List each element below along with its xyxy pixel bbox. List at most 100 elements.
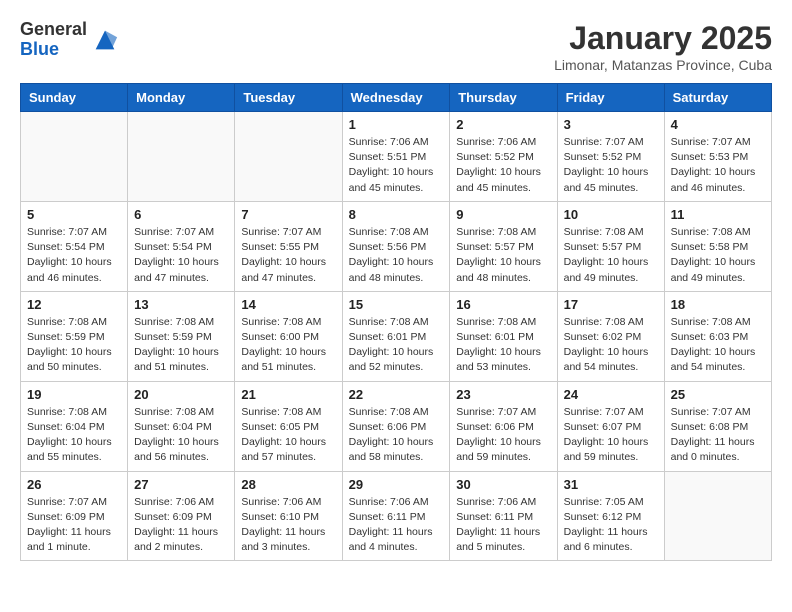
calendar-cell — [21, 112, 128, 202]
cell-daylight-info: Sunrise: 7:08 AM Sunset: 5:58 PM Dayligh… — [671, 225, 765, 286]
calendar-cell: 18 Sunrise: 7:08 AM Sunset: 6:03 PM Dayli… — [664, 291, 771, 381]
logo-icon — [91, 26, 119, 54]
cell-daylight-info: Sunrise: 7:06 AM Sunset: 6:09 PM Dayligh… — [134, 495, 228, 556]
cell-daylight-info: Sunrise: 7:08 AM Sunset: 5:56 PM Dayligh… — [349, 225, 444, 286]
cell-daylight-info: Sunrise: 7:06 AM Sunset: 5:51 PM Dayligh… — [349, 135, 444, 196]
calendar-cell — [664, 471, 771, 561]
cell-daylight-info: Sunrise: 7:06 AM Sunset: 6:11 PM Dayligh… — [349, 495, 444, 556]
calendar-cell: 25 Sunrise: 7:07 AM Sunset: 6:08 PM Dayli… — [664, 381, 771, 471]
calendar-cell: 24 Sunrise: 7:07 AM Sunset: 6:07 PM Dayli… — [557, 381, 664, 471]
page-header: GeneralBlue January 2025 Limonar, Matanz… — [20, 20, 772, 73]
cell-daylight-info: Sunrise: 7:08 AM Sunset: 5:59 PM Dayligh… — [27, 315, 121, 376]
calendar-cell: 12 Sunrise: 7:08 AM Sunset: 5:59 PM Dayli… — [21, 291, 128, 381]
calendar-header-friday: Friday — [557, 84, 664, 112]
calendar-header-saturday: Saturday — [664, 84, 771, 112]
calendar-cell: 9 Sunrise: 7:08 AM Sunset: 5:57 PM Daylig… — [450, 201, 557, 291]
cell-day-number: 15 — [349, 297, 444, 312]
cell-day-number: 27 — [134, 477, 228, 492]
week-row-3: 12 Sunrise: 7:08 AM Sunset: 5:59 PM Dayli… — [21, 291, 772, 381]
calendar-cell: 26Sunrise: 7:07 AM Sunset: 6:09 PM Dayli… — [21, 471, 128, 561]
calendar-cell: 20Sunrise: 7:08 AM Sunset: 6:04 PM Dayli… — [128, 381, 235, 471]
cell-daylight-info: Sunrise: 7:08 AM Sunset: 6:02 PM Dayligh… — [564, 315, 658, 376]
calendar-header-thursday: Thursday — [450, 84, 557, 112]
calendar-cell: 8 Sunrise: 7:08 AM Sunset: 5:56 PM Daylig… — [342, 201, 450, 291]
calendar-cell: 23 Sunrise: 7:07 AM Sunset: 6:06 PM Dayli… — [450, 381, 557, 471]
cell-day-number: 7 — [241, 207, 335, 222]
logo: GeneralBlue — [20, 20, 119, 60]
cell-day-number: 10 — [564, 207, 658, 222]
calendar-cell: 10 Sunrise: 7:08 AM Sunset: 5:57 PM Dayli… — [557, 201, 664, 291]
calendar-header-wednesday: Wednesday — [342, 84, 450, 112]
week-row-4: 19Sunrise: 7:08 AM Sunset: 6:04 PM Dayli… — [21, 381, 772, 471]
cell-daylight-info: Sunrise: 7:08 AM Sunset: 6:04 PM Dayligh… — [27, 405, 121, 466]
cell-day-number: 9 — [456, 207, 550, 222]
cell-daylight-info: Sunrise: 7:07 AM Sunset: 5:54 PM Dayligh… — [134, 225, 228, 286]
cell-day-number: 24 — [564, 387, 658, 402]
cell-daylight-info: Sunrise: 7:07 AM Sunset: 5:53 PM Dayligh… — [671, 135, 765, 196]
cell-daylight-info: Sunrise: 7:06 AM Sunset: 6:11 PM Dayligh… — [456, 495, 550, 556]
calendar-cell: 7Sunrise: 7:07 AM Sunset: 5:55 PM Daylig… — [235, 201, 342, 291]
location-subtitle: Limonar, Matanzas Province, Cuba — [554, 57, 772, 73]
calendar-cell: 5Sunrise: 7:07 AM Sunset: 5:54 PM Daylig… — [21, 201, 128, 291]
logo-blue-text: Blue — [20, 39, 59, 59]
calendar-cell: 11 Sunrise: 7:08 AM Sunset: 5:58 PM Dayli… — [664, 201, 771, 291]
cell-day-number: 14 — [241, 297, 335, 312]
calendar-cell: 29Sunrise: 7:06 AM Sunset: 6:11 PM Dayli… — [342, 471, 450, 561]
cell-daylight-info: Sunrise: 7:07 AM Sunset: 5:52 PM Dayligh… — [564, 135, 658, 196]
cell-day-number: 12 — [27, 297, 121, 312]
calendar-header-row: SundayMondayTuesdayWednesdayThursdayFrid… — [21, 84, 772, 112]
calendar-cell: 28 Sunrise: 7:06 AM Sunset: 6:10 PM Dayli… — [235, 471, 342, 561]
calendar-cell: 27 Sunrise: 7:06 AM Sunset: 6:09 PM Dayli… — [128, 471, 235, 561]
calendar-cell: 30Sunrise: 7:06 AM Sunset: 6:11 PM Dayli… — [450, 471, 557, 561]
calendar-cell: 14 Sunrise: 7:08 AM Sunset: 6:00 PM Dayli… — [235, 291, 342, 381]
calendar-cell: 15 Sunrise: 7:08 AM Sunset: 6:01 PM Dayli… — [342, 291, 450, 381]
cell-day-number: 25 — [671, 387, 765, 402]
week-row-2: 5 Sunrise: 7:07 AM Sunset: 5:54 PM Daylig… — [21, 201, 772, 291]
cell-daylight-info: Sunrise: 7:08 AM Sunset: 6:03 PM Dayligh… — [671, 315, 765, 376]
calendar-header-sunday: Sunday — [21, 84, 128, 112]
calendar-cell: 21 Sunrise: 7:08 AM Sunset: 6:05 PM Dayli… — [235, 381, 342, 471]
calendar-cell: 31 Sunrise: 7:05 AM Sunset: 6:12 PM Dayli… — [557, 471, 664, 561]
cell-day-number: 23 — [456, 387, 550, 402]
cell-daylight-info: Sunrise: 7:08 AM Sunset: 6:06 PM Dayligh… — [349, 405, 444, 466]
cell-day-number: 3 — [564, 117, 658, 132]
cell-day-number: 22 — [349, 387, 444, 402]
cell-daylight-info: Sunrise: 7:06 AM Sunset: 6:10 PM Dayligh… — [241, 495, 335, 556]
week-row-1: 1Sunrise: 7:06 AM Sunset: 5:51 PM Daylig… — [21, 112, 772, 202]
cell-daylight-info: Sunrise: 7:08 AM Sunset: 6:05 PM Dayligh… — [241, 405, 335, 466]
calendar-header-tuesday: Tuesday — [235, 84, 342, 112]
calendar-cell: 1Sunrise: 7:06 AM Sunset: 5:51 PM Daylig… — [342, 112, 450, 202]
cell-daylight-info: Sunrise: 7:08 AM Sunset: 5:57 PM Dayligh… — [456, 225, 550, 286]
calendar-cell: 2Sunrise: 7:06 AM Sunset: 5:52 PM Daylig… — [450, 112, 557, 202]
cell-day-number: 5 — [27, 207, 121, 222]
calendar-cell — [235, 112, 342, 202]
cell-daylight-info: Sunrise: 7:08 AM Sunset: 6:01 PM Dayligh… — [349, 315, 444, 376]
calendar-cell: 13Sunrise: 7:08 AM Sunset: 5:59 PM Dayli… — [128, 291, 235, 381]
cell-daylight-info: Sunrise: 7:08 AM Sunset: 6:00 PM Dayligh… — [241, 315, 335, 376]
calendar-cell — [128, 112, 235, 202]
cell-daylight-info: Sunrise: 7:05 AM Sunset: 6:12 PM Dayligh… — [564, 495, 658, 556]
week-row-5: 26Sunrise: 7:07 AM Sunset: 6:09 PM Dayli… — [21, 471, 772, 561]
cell-day-number: 11 — [671, 207, 765, 222]
calendar-cell: 16Sunrise: 7:08 AM Sunset: 6:01 PM Dayli… — [450, 291, 557, 381]
cell-daylight-info: Sunrise: 7:08 AM Sunset: 5:57 PM Dayligh… — [564, 225, 658, 286]
calendar-cell: 4Sunrise: 7:07 AM Sunset: 5:53 PM Daylig… — [664, 112, 771, 202]
cell-day-number: 18 — [671, 297, 765, 312]
logo-general-text: GeneralBlue — [20, 20, 87, 60]
cell-daylight-info: Sunrise: 7:08 AM Sunset: 6:04 PM Dayligh… — [134, 405, 228, 466]
cell-day-number: 31 — [564, 477, 658, 492]
calendar-header-monday: Monday — [128, 84, 235, 112]
cell-daylight-info: Sunrise: 7:08 AM Sunset: 5:59 PM Dayligh… — [134, 315, 228, 376]
cell-day-number: 26 — [27, 477, 121, 492]
calendar-cell: 22 Sunrise: 7:08 AM Sunset: 6:06 PM Dayli… — [342, 381, 450, 471]
cell-daylight-info: Sunrise: 7:07 AM Sunset: 6:07 PM Dayligh… — [564, 405, 658, 466]
cell-day-number: 8 — [349, 207, 444, 222]
cell-daylight-info: Sunrise: 7:06 AM Sunset: 5:52 PM Dayligh… — [456, 135, 550, 196]
cell-daylight-info: Sunrise: 7:07 AM Sunset: 6:06 PM Dayligh… — [456, 405, 550, 466]
cell-day-number: 28 — [241, 477, 335, 492]
cell-day-number: 6 — [134, 207, 228, 222]
title-area: January 2025 Limonar, Matanzas Province,… — [554, 20, 772, 73]
calendar-cell: 6 Sunrise: 7:07 AM Sunset: 5:54 PM Daylig… — [128, 201, 235, 291]
cell-daylight-info: Sunrise: 7:07 AM Sunset: 6:08 PM Dayligh… — [671, 405, 765, 466]
cell-day-number: 21 — [241, 387, 335, 402]
